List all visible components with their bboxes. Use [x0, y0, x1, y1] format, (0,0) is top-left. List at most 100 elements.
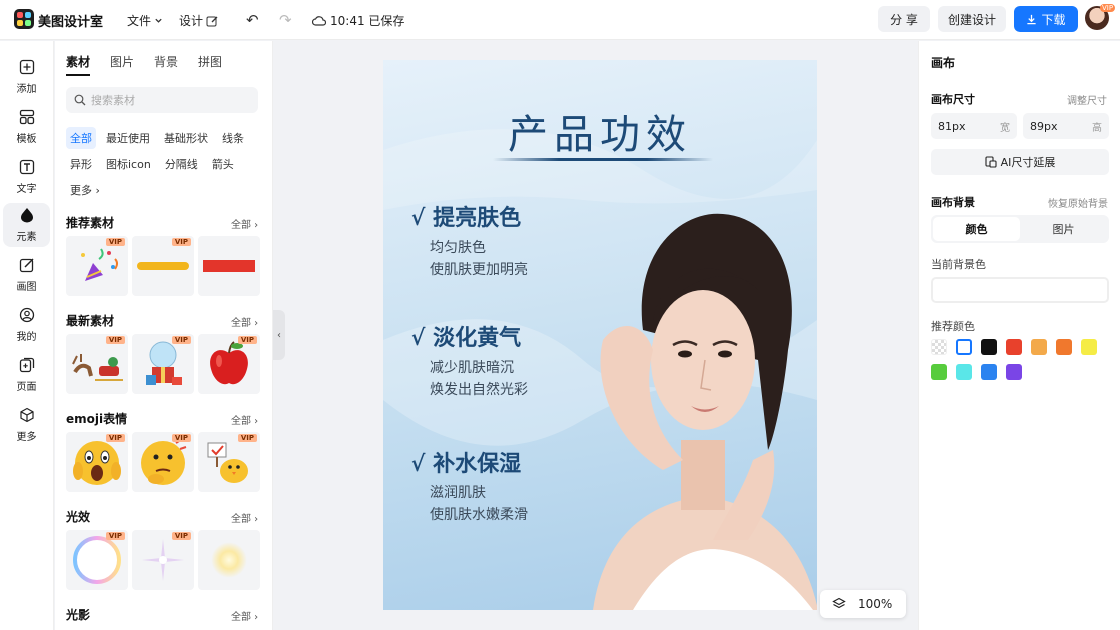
asset-thumb[interactable] — [198, 530, 260, 590]
rail-item-text[interactable]: 文字 — [3, 155, 50, 199]
feature-title[interactable]: √ 提亮肤色 — [411, 200, 521, 232]
chip-recent[interactable]: 最近使用 — [102, 127, 154, 149]
design-menu[interactable]: 设计 — [179, 12, 218, 29]
color-swatch[interactable] — [1081, 339, 1097, 355]
share-button[interactable]: 分 享 — [878, 6, 930, 32]
rail-item-mine[interactable]: 我的 — [3, 303, 50, 347]
asset-thumb[interactable]: VIP — [132, 334, 194, 394]
asset-thumb[interactable]: VIP — [132, 432, 194, 492]
panel-collapse-handle[interactable]: ‹ — [273, 310, 285, 360]
section-title-light-effects: 光效 — [66, 510, 91, 524]
canvas-size-label: 画布尺寸 — [931, 93, 975, 106]
color-swatch[interactable] — [956, 339, 972, 355]
tab-backgrounds[interactable]: 背景 — [154, 53, 178, 76]
zoom-control[interactable]: 100% — [820, 590, 906, 618]
rail-item-more[interactable]: 更多 — [3, 403, 50, 447]
feature-title[interactable]: √ 补水保湿 — [411, 446, 521, 478]
download-label: 下载 — [1041, 12, 1066, 27]
red-bar-shape — [203, 260, 255, 272]
chip-irregular[interactable]: 异形 — [66, 153, 96, 175]
layers-icon — [832, 597, 846, 611]
asset-thumb[interactable]: VIP — [66, 334, 128, 394]
color-swatch[interactable] — [1006, 339, 1022, 355]
all-label: 全部 — [231, 318, 251, 329]
feature-line[interactable]: 使肌肤更加明亮 — [430, 259, 528, 279]
poster-title[interactable]: 产品功效 — [383, 102, 817, 160]
tab-images[interactable]: 图片 — [110, 53, 134, 76]
chip-basic-shapes[interactable]: 基础形状 — [160, 127, 212, 149]
rail-label: 更多 — [16, 432, 37, 443]
color-swatch[interactable] — [981, 339, 997, 355]
chevron-left-icon: ‹ — [277, 329, 281, 341]
bg-type-color[interactable]: 颜色 — [933, 217, 1020, 241]
design-canvas[interactable]: 产品功效 √ 提亮肤色 均匀肤色 使肌肤更加明亮 √ 淡化黄气 减少肌肤暗沉 焕… — [383, 60, 817, 610]
left-rail: 添加 模板 文字 元素 画图 我的 页面 更多 — [0, 41, 54, 630]
asset-thumb[interactable] — [198, 236, 260, 296]
tab-material[interactable]: 素材 — [66, 53, 91, 76]
color-swatch[interactable] — [981, 364, 997, 380]
rail-item-template[interactable]: 模板 — [3, 105, 50, 149]
color-swatch[interactable] — [1031, 339, 1047, 355]
search-box[interactable] — [66, 87, 258, 113]
chip-all[interactable]: 全部 — [66, 127, 96, 149]
text-icon — [19, 159, 35, 178]
asset-thumb[interactable]: VIP — [198, 432, 260, 492]
section-all-link[interactable]: 全部 › — [231, 510, 258, 525]
height-field[interactable]: 89px 高 — [1023, 113, 1109, 139]
create-design-button[interactable]: 创建设计 — [938, 6, 1006, 32]
rail-item-draw[interactable]: 画图 — [3, 253, 50, 297]
undo-icon[interactable]: ↶ — [246, 11, 259, 29]
vip-badge: VIP — [237, 336, 257, 344]
chip-icons[interactable]: 图标icon — [102, 153, 155, 175]
user-icon — [19, 307, 35, 326]
rail-item-add[interactable]: 添加 — [3, 55, 50, 99]
section-all-link[interactable]: 全部 › — [231, 412, 258, 427]
app-logo-icon — [14, 9, 34, 29]
asset-thumb[interactable]: VIP — [66, 236, 128, 296]
width-field[interactable]: 81px 宽 — [931, 113, 1017, 139]
bg-type-image[interactable]: 图片 — [1020, 217, 1107, 241]
feature-line[interactable]: 均匀肤色 — [430, 237, 486, 257]
adjust-size-link[interactable]: 调整尺寸 — [1067, 92, 1107, 107]
color-swatch[interactable] — [931, 364, 947, 380]
rail-label: 文字 — [16, 184, 37, 195]
rail-item-elements[interactable]: 元素 — [3, 203, 50, 247]
feature-line[interactable]: 滋润肌肤 — [430, 482, 486, 502]
feature-title[interactable]: √ 淡化黄气 — [411, 320, 521, 352]
redo-icon[interactable]: ↷ — [279, 11, 292, 29]
chip-arrows[interactable]: 箭头 — [208, 153, 238, 175]
color-swatch[interactable] — [956, 364, 972, 380]
feature-line[interactable]: 减少肌肤暗沉 — [430, 357, 514, 377]
asset-thumb[interactable]: VIP — [198, 334, 260, 394]
file-menu[interactable]: 文件 — [127, 12, 163, 29]
asset-thumb[interactable]: VIP — [132, 530, 194, 590]
height-value: 89px — [1030, 119, 1058, 133]
current-bg-color-field[interactable] — [931, 277, 1109, 303]
vip-badge: VIP — [105, 532, 125, 540]
feature-line[interactable]: 使肌肤水嫩柔滑 — [430, 504, 528, 524]
reset-bg-link[interactable]: 恢复原始背景 — [1048, 195, 1108, 210]
section-all-link[interactable]: 全部 › — [231, 314, 258, 329]
model-photo[interactable] — [573, 210, 817, 610]
tab-collage[interactable]: 拼图 — [198, 53, 222, 76]
download-button[interactable]: 下载 — [1014, 6, 1078, 32]
color-swatch[interactable] — [1006, 364, 1022, 380]
chip-lines[interactable]: 线条 — [218, 127, 248, 149]
search-input[interactable] — [91, 93, 251, 107]
feature-line[interactable]: 焕发出自然光彩 — [430, 379, 528, 399]
asset-thumb[interactable]: VIP — [66, 530, 128, 590]
asset-thumb[interactable]: VIP — [66, 432, 128, 492]
swatch-transparent[interactable] — [931, 339, 947, 355]
section-all-link[interactable]: 全部 › — [231, 608, 258, 623]
ai-resize-button[interactable]: AI尺寸延展 — [931, 149, 1109, 175]
avatar-vip-badge: VIP — [1100, 4, 1116, 12]
section-all-link[interactable]: 全部 › — [231, 216, 258, 231]
chip-dividers[interactable]: 分隔线 — [161, 153, 202, 175]
filter-chips: 全部 最近使用 基础形状 线条 异形 图标icon 分隔线 箭头 更多 › — [66, 127, 266, 201]
chip-more[interactable]: 更多 › — [66, 179, 104, 201]
asset-thumb[interactable]: VIP — [132, 236, 194, 296]
vip-badge: VIP — [171, 336, 191, 344]
rail-item-pages[interactable]: 页面 — [3, 353, 50, 397]
glow-light-shape — [211, 542, 247, 578]
color-swatch[interactable] — [1056, 339, 1072, 355]
